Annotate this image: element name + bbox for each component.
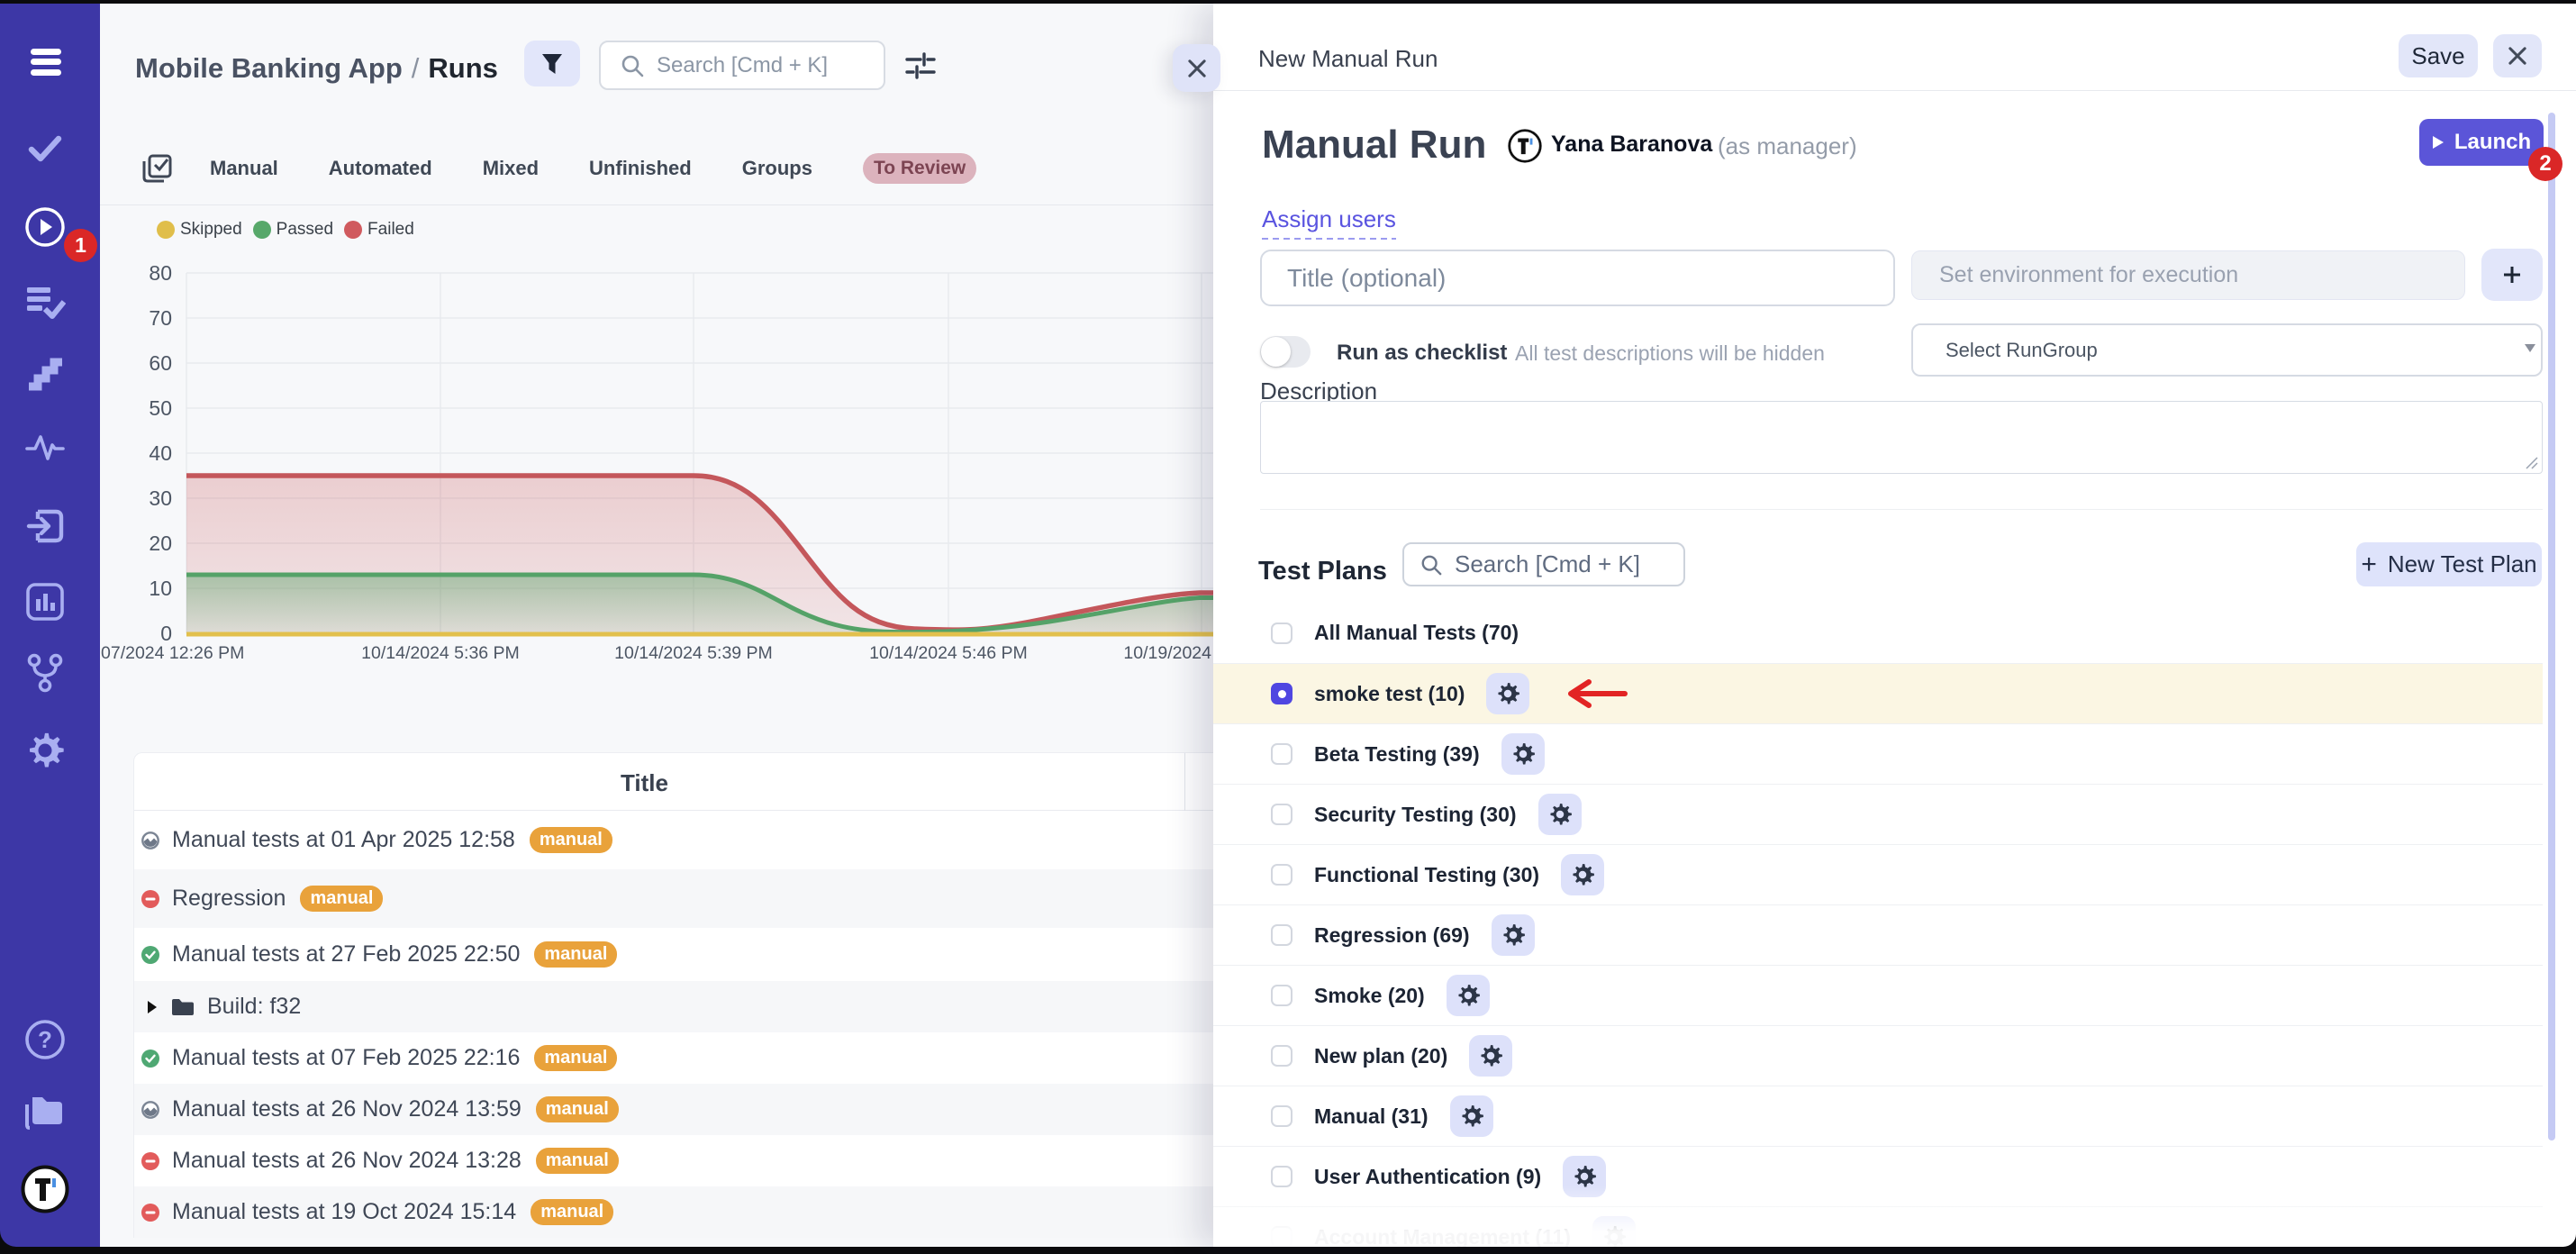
svg-text:70: 70	[149, 306, 172, 330]
svg-text:07/2024 12:26 PM: 07/2024 12:26 PM	[101, 643, 244, 663]
svg-text:0: 0	[160, 622, 172, 645]
svg-text:10/14/2024 5:39 PM: 10/14/2024 5:39 PM	[614, 643, 773, 663]
svg-text:80: 80	[149, 261, 172, 285]
svg-text:10/14/2024 5:36 PM: 10/14/2024 5:36 PM	[361, 643, 520, 663]
svg-text:20: 20	[149, 532, 172, 555]
svg-text:30: 30	[149, 486, 172, 510]
svg-text:10/14/2024 5:46 PM: 10/14/2024 5:46 PM	[869, 643, 1028, 663]
svg-text:10: 10	[149, 577, 172, 600]
svg-text:40: 40	[149, 441, 172, 465]
svg-text:50: 50	[149, 396, 172, 420]
svg-text:60: 60	[149, 351, 172, 375]
svg-text:?: ?	[38, 1026, 52, 1053]
svg-text:10/19/2024: 10/19/2024	[1123, 643, 1211, 663]
